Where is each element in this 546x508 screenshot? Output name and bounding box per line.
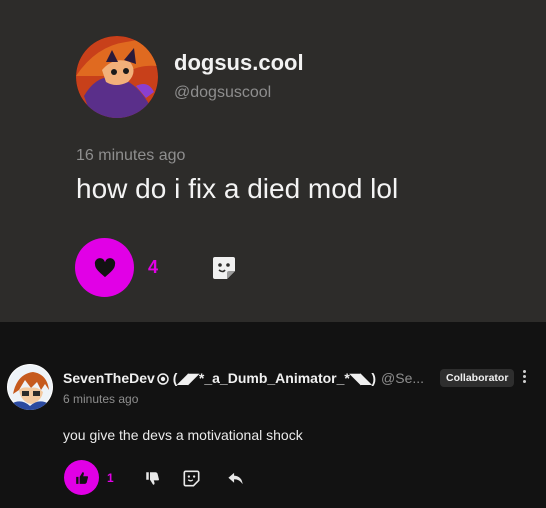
post-text: how do i fix a died mod lol	[76, 173, 399, 204]
post-author-name[interactable]: dogsus.cool	[174, 50, 304, 76]
kebab-menu-icon[interactable]	[519, 368, 529, 388]
comment-author-handle: @Se...	[381, 370, 425, 386]
comment-like-count: 1	[107, 471, 114, 485]
post-timestamp: 16 minutes ago	[76, 147, 186, 164]
reply-icon	[227, 472, 243, 484]
comment-reply-button[interactable]	[226, 469, 244, 487]
comment-timestamp: 6 minutes ago	[63, 392, 139, 406]
comment-author-row: SevenTheDev (◢◤*_a_Dumb_Animator_*◥◣) @Se…	[63, 370, 443, 388]
post-card: dogsus.cool @dogsuscool 16 minutes ago h…	[0, 0, 546, 322]
sticker-icon	[213, 257, 235, 279]
comment-sticker-button[interactable]	[182, 469, 200, 487]
post-sticker-button[interactable]	[211, 255, 237, 281]
thumbs-down-icon	[145, 471, 159, 485]
post-author-handle: @dogsuscool	[174, 84, 272, 101]
post-like-button[interactable]	[75, 238, 134, 297]
post-author-avatar[interactable]	[76, 36, 158, 118]
comment-like-button[interactable]	[64, 460, 99, 495]
post-like-count: 4	[148, 257, 159, 277]
comment-author-name[interactable]: SevenTheDev	[63, 370, 155, 386]
thumbs-up-icon	[75, 471, 88, 484]
comment-author-avatar[interactable]	[7, 364, 53, 410]
verified-badge-icon	[157, 373, 169, 385]
comment-text: you give the devs a motivational shock	[63, 427, 303, 443]
collaborator-badge: Collaborator	[440, 369, 515, 387]
comment-dislike-button[interactable]	[143, 469, 161, 487]
sticker-icon	[182, 469, 200, 487]
comment-card: SevenTheDev (◢◤*_a_Dumb_Animator_*◥◣) @Se…	[0, 322, 546, 508]
comment-author-suffix: (◢◤*_a_Dumb_Animator_*◥◣)	[168, 370, 377, 386]
heart-icon	[94, 257, 115, 277]
